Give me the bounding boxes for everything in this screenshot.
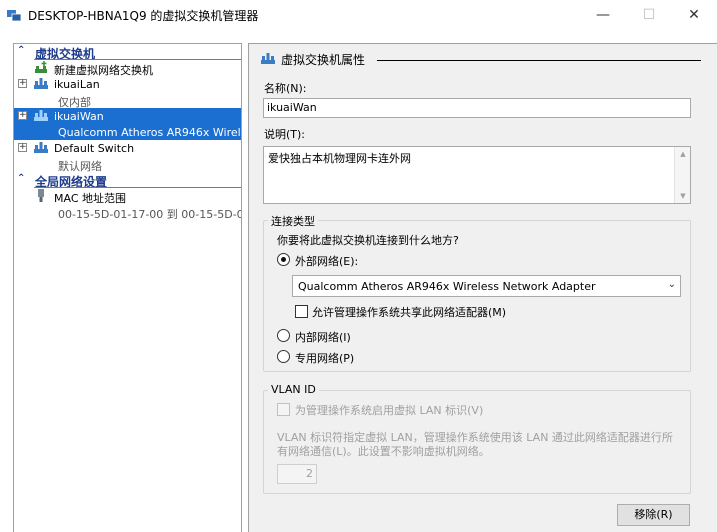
app-icon [7,10,22,22]
switch-navigation-panel: ⌃ 虚拟交换机 新建虚拟网络交换机 + ikuaiLan 仅内部 + ikuai… [13,43,242,532]
expand-icon[interactable]: + [18,111,27,120]
scroll-up-icon[interactable]: ▲ [675,147,690,161]
network-switch-icon [34,142,48,153]
scroll-down-icon[interactable]: ▼ [675,189,690,203]
vlan-description: VLAN 标识符指定虚拟 LAN，管理操作系统使用该 LAN 通过此网络适配器进… [277,431,673,458]
switch-item-ikuailan[interactable]: + ikuaiLan [14,76,241,92]
switch-item-ikuaiwan[interactable]: + ikuaiWan [14,108,241,124]
close-button[interactable]: ✕ [671,0,717,30]
collapse-chevron-icon: ⌃ [17,173,26,184]
switch-detail-ikuaiwan: Qualcomm Atheros AR946x Wirele... [14,124,241,140]
switch-detail-default-switch: 默认网络 [14,156,241,173]
vlan-enable-label: 为管理操作系统启用虚拟 LAN 标识(V) [295,404,484,417]
internal-network-label[interactable]: 内部网络(I) [295,329,351,345]
external-network-label[interactable]: 外部网络(E): [295,253,358,269]
properties-header: 虚拟交换机属性 [261,51,365,67]
network-switch-icon [34,78,48,89]
switch-detail-ikuailan: 仅内部 [14,92,241,109]
minimize-button[interactable]: — [580,0,626,30]
vlan-id-field[interactable]: 2 [277,464,317,484]
network-plug-icon [38,189,44,202]
description-text: 爱快独占本机物理网卡连外网 [268,152,411,165]
name-label: 名称(N): [264,82,307,95]
expand-icon[interactable]: + [18,79,27,88]
description-scrollbar[interactable]: ▲ ▼ [674,147,690,203]
new-switch-icon [35,61,47,73]
switch-name: Default Switch [54,142,135,155]
mac-address-range-item[interactable]: MAC 地址范围 [14,188,241,205]
mac-range-detail: 00-15-5D-01-17-00 到 00-15-5D-0... [58,208,242,221]
switch-name: ikuaiWan [54,110,104,123]
expand-icon[interactable]: + [18,143,27,152]
network-switch-icon [34,110,48,121]
allow-management-os-checkbox[interactable] [295,305,308,318]
vlan-id-title: VLAN ID [268,383,319,396]
private-network-radio[interactable] [277,350,290,363]
network-switch-icon [261,53,275,64]
allow-management-os-label[interactable]: 允许管理操作系统共享此网络适配器(M) [312,304,506,320]
new-virtual-switch-item[interactable]: 新建虚拟网络交换机 [14,60,241,77]
internal-network-radio[interactable] [277,329,290,342]
mac-range-detail-row: 00-15-5D-01-17-00 到 00-15-5D-0... [14,204,242,221]
chevron-down-icon: ⌄ [667,279,676,290]
maximize-button[interactable]: ☐ [626,0,672,30]
connection-type-title: 连接类型 [268,213,318,229]
section-virtual-switches[interactable]: ⌃ 虚拟交换机 [14,44,241,61]
vlan-enable-checkbox[interactable] [277,403,290,416]
switch-detail: Qualcomm Atheros AR946x Wirele... [58,126,242,139]
minimize-icon: — [596,7,610,23]
network-adapter-dropdown[interactable]: Qualcomm Atheros AR946x Wireless Network… [292,275,681,297]
external-network-radio[interactable] [277,253,290,266]
connection-question: 你要将此虚拟交换机连接到什么地方? [277,234,459,247]
switch-name: ikuaiLan [54,78,100,91]
close-icon: ✕ [688,7,700,23]
adapter-selected-value: Qualcomm Atheros AR946x Wireless Network… [298,280,596,293]
description-label: 说明(T): [264,128,306,141]
title-bar: DESKTOP-HBNA1Q9 的虚拟交换机管理器 — ☐ ✕ [0,0,717,30]
switch-properties-panel: 虚拟交换机属性 名称(N): ikuaiWan 说明(T): 爱快独占本机物理网… [248,43,717,532]
header-divider [377,60,701,61]
private-network-label[interactable]: 专用网络(P) [295,350,354,366]
properties-title: 虚拟交换机属性 [281,52,366,67]
description-field[interactable]: 爱快独占本机物理网卡连外网 ▲ ▼ [263,146,691,204]
section-global-network-settings[interactable]: ⌃ 全局网络设置 [14,172,241,189]
maximize-icon: ☐ [642,7,656,23]
remove-button[interactable]: 移除(R) [617,504,690,526]
window-title: DESKTOP-HBNA1Q9 的虚拟交换机管理器 [28,9,259,23]
collapse-chevron-icon: ⌃ [17,45,26,56]
switch-item-default-switch[interactable]: + Default Switch [14,140,241,156]
switch-name-field[interactable]: ikuaiWan [263,98,691,118]
